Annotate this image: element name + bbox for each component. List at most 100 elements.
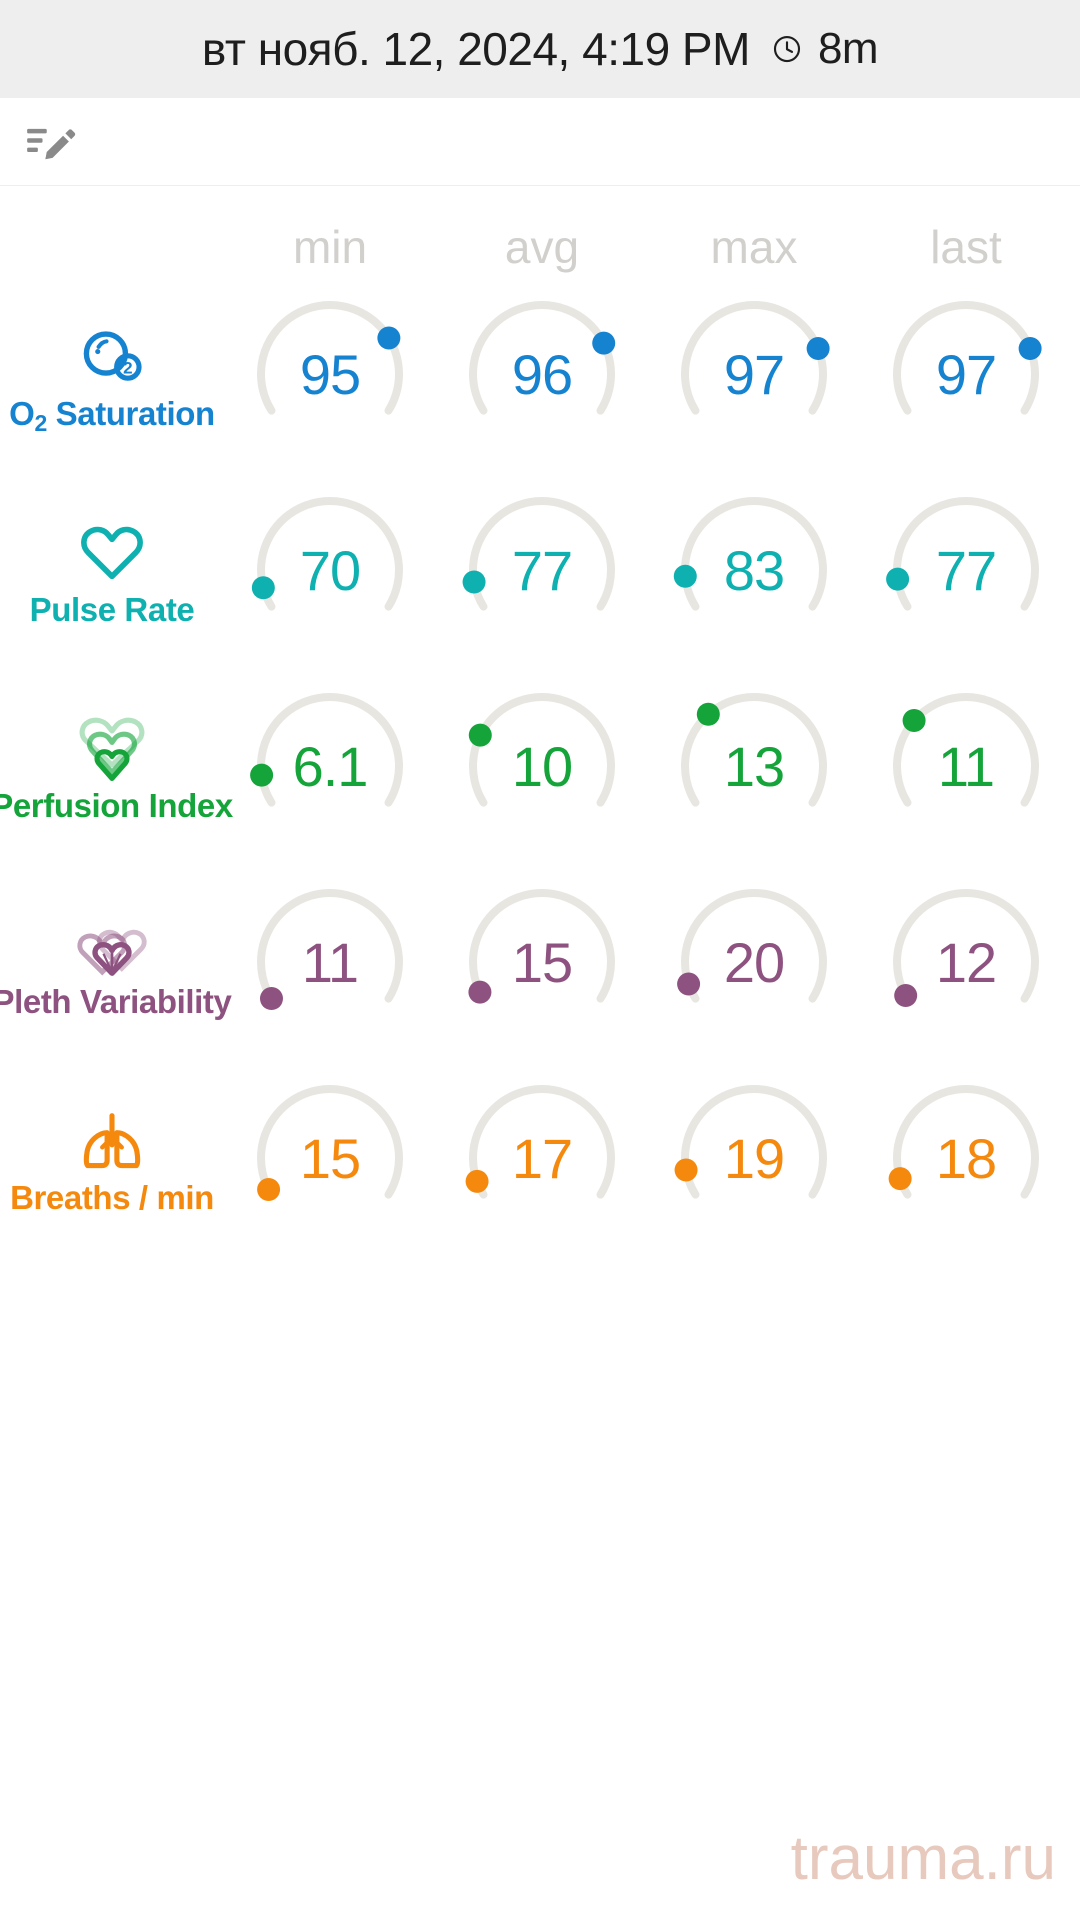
gauge-value-breaths-per-min-max: 19 [723,1126,785,1190]
gauge-cell-breaths-per-min-min[interactable]: 15 [224,1072,436,1244]
metric-row-pleth-variability[interactable]: Pleth Variability 11 15 20 12 [0,864,1080,1060]
gauge-pleth-variability-last: 12 [880,876,1052,1048]
gauge-value-pulse-rate-max: 83 [723,538,785,602]
gauge-cell-breaths-per-min-avg[interactable]: 17 [436,1072,648,1244]
column-header-avg: avg [504,221,580,273]
gauge-cell-pulse-rate-min[interactable]: 70 [224,484,436,656]
gauge-cell-pleth-variability-avg[interactable]: 15 [436,876,648,1048]
clock-icon [773,35,801,63]
metric-row-pulse-rate[interactable]: Pulse Rate 70 77 83 77 [0,472,1080,668]
metrics-list: 2 O2 Saturation 95 96 97 97 Pulse Rate 70 77 83 77… [0,276,1080,1256]
gauge-group-o2-saturation: 95 96 97 97 [224,288,1080,460]
gauge-value-pulse-rate-min: 70 [299,538,361,602]
gauge-pulse-rate-last: 77 [880,484,1052,656]
metric-name-o2-saturation: O2 Saturation [9,394,215,435]
column-header-last: last [930,221,1002,273]
column-header-min: min [292,221,368,273]
gauge-value-o2-saturation-max: 97 [723,342,785,406]
gauge-cell-breaths-per-min-max[interactable]: 19 [648,1072,860,1244]
gauge-value-pleth-variability-avg: 15 [511,930,573,994]
gauge-group-pulse-rate: 70 77 83 77 [224,484,1080,656]
toolbar [0,98,1080,186]
gauge-o2-saturation-max: 97 [668,288,840,460]
metric-name-pulse-rate: Pulse Rate [29,590,195,628]
header-bar: вт нояб. 12, 2024, 4:19 PM 8m [0,0,1080,98]
metric-label-cell-pleth-variability: Pleth Variability [0,905,232,1020]
metric-name-base: O [9,394,35,432]
gauge-breaths-per-min-max: 19 [668,1072,840,1244]
gauge-pleth-variability-avg: 15 [456,876,628,1048]
metric-icon-wrap-pleth-variability [73,905,151,983]
gauge-cell-pulse-rate-max[interactable]: 83 [648,484,860,656]
metric-name-subscript: 2 [34,409,47,436]
gauge-pulse-rate-min: 70 [244,484,416,656]
gauge-cell-o2-saturation-max[interactable]: 97 [648,288,860,460]
gauge-perfusion-index-max: 13 [668,680,840,852]
gauge-value-pleth-variability-min: 11 [301,930,359,994]
gauge-perfusion-index-last: 11 [880,680,1052,852]
gauge-cell-pleth-variability-last[interactable]: 12 [860,876,1072,1048]
edit-note-icon [27,128,76,159]
gauge-o2-saturation-last: 97 [880,288,1052,460]
gauge-pulse-rate-avg: 77 [456,484,628,656]
session-duration: 8m [772,24,879,74]
gauge-breaths-per-min-avg: 17 [456,1072,628,1244]
metric-icon-wrap-perfusion-index [73,709,151,787]
metric-row-breaths-per-min[interactable]: Breaths / min 15 17 19 18 [0,1060,1080,1256]
metric-name-perfusion-index: Perfusion Index [0,786,233,824]
metric-label-cell-o2-saturation: 2 O2 Saturation [0,317,224,435]
metric-icon-wrap-o2-saturation: 2 [73,317,151,395]
gauge-cell-perfusion-index-min[interactable]: 6.1 [224,680,436,852]
svg-text:2: 2 [123,358,132,377]
nested-hearts-icon [79,717,145,781]
gauge-value-perfusion-index-last: 11 [937,734,995,798]
gauge-value-breaths-per-min-last: 18 [935,1126,997,1190]
gauge-perfusion-index-min: 6.1 [244,680,416,852]
gauge-cell-pulse-rate-last[interactable]: 77 [860,484,1072,656]
gauge-value-o2-saturation-min: 95 [299,342,361,406]
column-header-row: min avg max last [0,186,1080,276]
gauge-cell-o2-saturation-last[interactable]: 97 [860,288,1072,460]
gauge-cell-pulse-rate-avg[interactable]: 77 [436,484,648,656]
gauge-cell-perfusion-index-last[interactable]: 11 [860,680,1072,852]
metric-icon-wrap-breaths-per-min [73,1101,151,1179]
edit-note-button[interactable] [22,111,84,173]
gauge-group-pleth-variability: 11 15 20 12 [224,876,1080,1048]
gauge-o2-saturation-avg: 96 [456,288,628,460]
gauge-value-o2-saturation-last: 97 [935,342,997,406]
gauge-value-pulse-rate-last: 77 [935,538,997,602]
metric-name-pleth-variability: Pleth Variability [0,982,232,1020]
gauge-group-perfusion-index: 6.1 10 13 11 [224,680,1080,852]
column-header-max: max [710,221,798,273]
heart-outline-icon [81,526,143,579]
metric-label-cell-perfusion-index: Perfusion Index [0,709,233,824]
lungs-icon [83,1112,141,1168]
oxygen-bubble-icon: 2 [83,331,142,381]
gauge-o2-saturation-min: 95 [244,288,416,460]
gauge-value-o2-saturation-avg: 96 [511,342,573,406]
duration-text: 8m [817,24,879,73]
gauge-cell-perfusion-index-max[interactable]: 13 [648,680,860,852]
metric-row-perfusion-index[interactable]: Perfusion Index 6.1 10 13 11 [0,668,1080,864]
gauge-cell-pleth-variability-min[interactable]: 11 [224,876,436,1048]
gauge-breaths-per-min-last: 18 [880,1072,1052,1244]
gauge-value-breaths-per-min-avg: 17 [511,1126,573,1190]
overlapping-hearts-icon [77,929,147,976]
gauge-cell-o2-saturation-min[interactable]: 95 [224,288,436,460]
gauge-breaths-per-min-min: 15 [244,1072,416,1244]
metric-label-cell-pulse-rate: Pulse Rate [0,513,224,628]
gauge-cell-o2-saturation-avg[interactable]: 96 [436,288,648,460]
gauge-cell-breaths-per-min-last[interactable]: 18 [860,1072,1072,1244]
gauge-cell-pleth-variability-max[interactable]: 20 [648,876,860,1048]
gauge-value-pleth-variability-max: 20 [723,930,785,994]
gauge-pulse-rate-max: 83 [668,484,840,656]
gauge-value-pulse-rate-avg: 77 [511,538,573,602]
gauge-pleth-variability-min: 11 [244,876,416,1048]
gauge-value-breaths-per-min-min: 15 [299,1126,361,1190]
gauge-cell-perfusion-index-avg[interactable]: 10 [436,680,648,852]
metric-icon-wrap-pulse-rate [73,513,151,591]
metric-name-breaths-per-min: Breaths / min [10,1178,214,1216]
metric-row-o2-saturation[interactable]: 2 O2 Saturation 95 96 97 97 [0,276,1080,472]
gauge-value-perfusion-index-max: 13 [723,734,785,798]
gauge-group-breaths-per-min: 15 17 19 18 [224,1072,1080,1244]
